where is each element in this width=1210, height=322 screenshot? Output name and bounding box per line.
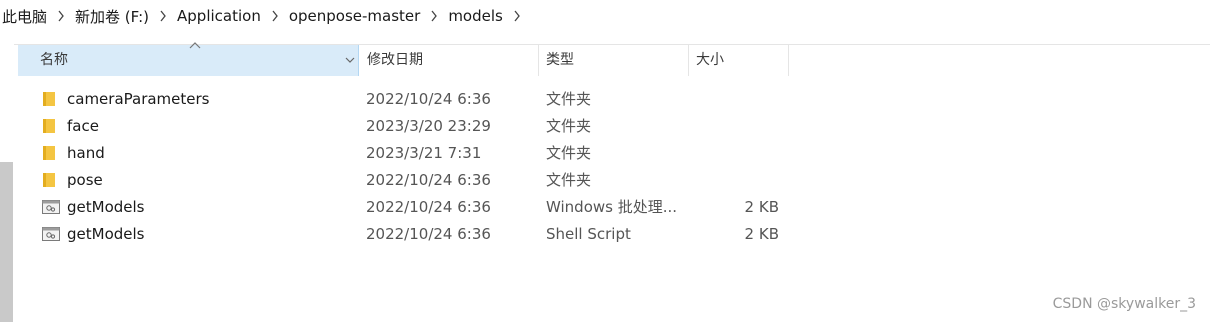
file-size bbox=[696, 113, 779, 140]
file-date: 2022/10/24 6:36 bbox=[366, 90, 491, 108]
file-size bbox=[696, 86, 779, 113]
batch-file-icon bbox=[42, 194, 60, 221]
file-list: cameraParameters 2022/10/24 6:36 文件夹 fac… bbox=[18, 86, 818, 248]
breadcrumb: 此电脑 新加卷 (F:) Application openpose-master… bbox=[0, 0, 1210, 32]
column-header-size[interactable]: 大小 bbox=[689, 45, 789, 76]
file-name: getModels bbox=[67, 198, 145, 216]
file-type: Windows 批处理... bbox=[546, 198, 678, 216]
file-size bbox=[696, 140, 779, 167]
file-size bbox=[696, 167, 779, 194]
script-file-icon bbox=[42, 221, 60, 248]
column-filter-dropdown[interactable] bbox=[340, 45, 359, 76]
file-type: 文件夹 bbox=[546, 90, 592, 108]
file-row[interactable]: getModels 2022/10/24 6:36 Windows 批处理...… bbox=[18, 194, 818, 221]
sort-ascending-icon bbox=[189, 42, 201, 49]
chevron-right-icon[interactable] bbox=[509, 10, 525, 22]
column-header-name[interactable]: 名称 bbox=[18, 45, 359, 76]
column-header-type[interactable]: 类型 bbox=[539, 45, 689, 76]
column-header-name-label: 名称 bbox=[40, 52, 68, 68]
file-name: hand bbox=[67, 144, 105, 162]
file-name: pose bbox=[67, 171, 103, 189]
file-date: 2022/10/24 6:36 bbox=[366, 225, 491, 243]
file-name: face bbox=[67, 117, 99, 135]
file-type: 文件夹 bbox=[546, 144, 592, 162]
chevron-down-icon bbox=[345, 57, 354, 63]
folder-icon bbox=[42, 86, 60, 113]
breadcrumb-models[interactable]: models bbox=[442, 7, 509, 25]
file-date: 2023/3/21 7:31 bbox=[366, 144, 482, 162]
folder-icon bbox=[42, 113, 60, 140]
file-type: 文件夹 bbox=[546, 171, 592, 189]
file-date: 2022/10/24 6:36 bbox=[366, 198, 491, 216]
file-row[interactable]: pose 2022/10/24 6:36 文件夹 bbox=[18, 167, 818, 194]
chevron-right-icon[interactable] bbox=[155, 10, 171, 22]
folder-icon bbox=[42, 167, 60, 194]
chevron-right-icon[interactable] bbox=[267, 10, 283, 22]
watermark: CSDN @skywalker_3 bbox=[1052, 296, 1196, 312]
file-size: 2 KB bbox=[744, 198, 779, 216]
file-size: 2 KB bbox=[744, 225, 779, 243]
breadcrumb-application[interactable]: Application bbox=[171, 7, 267, 25]
column-header-type-label: 类型 bbox=[546, 52, 574, 68]
file-name: cameraParameters bbox=[67, 90, 210, 108]
file-row[interactable]: face 2023/3/20 23:29 文件夹 bbox=[18, 113, 818, 140]
chevron-right-icon[interactable] bbox=[53, 10, 69, 22]
breadcrumb-openpose-master[interactable]: openpose-master bbox=[283, 7, 426, 25]
file-row[interactable]: cameraParameters 2022/10/24 6:36 文件夹 bbox=[18, 86, 818, 113]
chevron-right-icon[interactable] bbox=[426, 10, 442, 22]
file-row[interactable]: hand 2023/3/21 7:31 文件夹 bbox=[18, 140, 818, 167]
column-header-size-label: 大小 bbox=[696, 52, 724, 68]
folder-icon bbox=[42, 140, 60, 167]
file-type: 文件夹 bbox=[546, 117, 592, 135]
column-header-date-label: 修改日期 bbox=[367, 52, 423, 68]
column-header: 名称 修改日期 类型 大小 bbox=[18, 45, 790, 76]
file-date: 2023/3/20 23:29 bbox=[366, 117, 491, 135]
breadcrumb-drive[interactable]: 新加卷 (F:) bbox=[69, 6, 155, 27]
file-date: 2022/10/24 6:36 bbox=[366, 171, 491, 189]
column-header-date[interactable]: 修改日期 bbox=[359, 45, 539, 76]
file-name: getModels bbox=[67, 225, 145, 243]
breadcrumb-this-pc[interactable]: 此电脑 bbox=[0, 6, 53, 27]
scrollbar-thumb[interactable] bbox=[0, 162, 13, 322]
file-row[interactable]: getModels 2022/10/24 6:36 Shell Script 2… bbox=[18, 221, 818, 248]
file-type: Shell Script bbox=[546, 225, 631, 243]
